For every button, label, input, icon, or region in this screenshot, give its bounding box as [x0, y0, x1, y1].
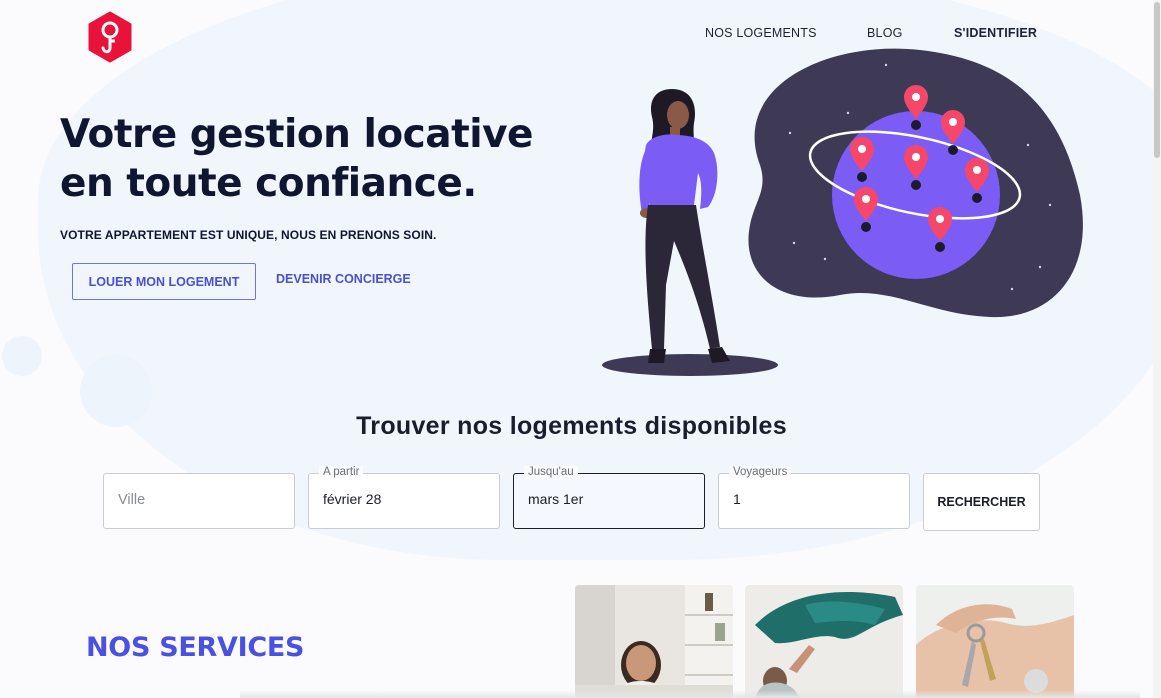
a-partir-value: février 28: [323, 491, 382, 507]
search-section-title: Trouver nos logements disponibles: [356, 412, 787, 440]
voyageurs-label: Voyageurs: [729, 466, 792, 478]
voyageurs-value: 1: [733, 491, 741, 507]
footer-shadow: [240, 690, 1140, 698]
nav-blog[interactable]: BLOG: [867, 26, 903, 42]
nav-nos-logements[interactable]: NOS LOGEMENTS: [705, 26, 817, 42]
nav-sidentifier[interactable]: S'IDENTIFIER: [954, 26, 1037, 42]
woman-globe-illustration: [602, 48, 1083, 376]
service-photo-cleaning[interactable]: [745, 585, 903, 698]
louer-mon-logement-button[interactable]: LOUER MON LOGEMENT: [72, 263, 256, 300]
a-partir-date-field[interactable]: A partir février 28: [308, 466, 500, 529]
page-scrollbar[interactable]: [1153, 0, 1161, 698]
service-photo-host[interactable]: [575, 585, 733, 698]
jusquau-date-field[interactable]: Jusqu'au mars 1er: [513, 466, 705, 529]
services-title: NOS SERVICES: [86, 632, 305, 663]
ville-input[interactable]: Ville: [103, 473, 295, 529]
hero-title-line1: Votre gestion locative: [60, 112, 533, 157]
devenir-concierge-link[interactable]: DEVENIR CONCIERGE: [276, 272, 411, 286]
jusquau-label: Jusqu'au: [524, 466, 578, 478]
key-pin-logo-icon[interactable]: [84, 11, 136, 63]
voyageurs-field[interactable]: Voyageurs 1: [718, 466, 910, 529]
rechercher-button[interactable]: RECHERCHER: [923, 473, 1040, 531]
hero-subtitle: VOTRE APPARTEMENT EST UNIQUE, NOUS EN PR…: [60, 228, 437, 242]
scrollbar-thumb[interactable]: [1154, 2, 1160, 158]
hero-title-line2: en toute confiance.: [60, 161, 477, 206]
ville-placeholder: Ville: [118, 492, 146, 508]
service-photo-keys[interactable]: [916, 585, 1074, 698]
jusquau-value: mars 1er: [528, 491, 584, 507]
a-partir-label: A partir: [319, 466, 364, 478]
decorative-circle: [2, 336, 42, 376]
hero-title: Votre gestion locative en toute confianc…: [60, 110, 580, 208]
